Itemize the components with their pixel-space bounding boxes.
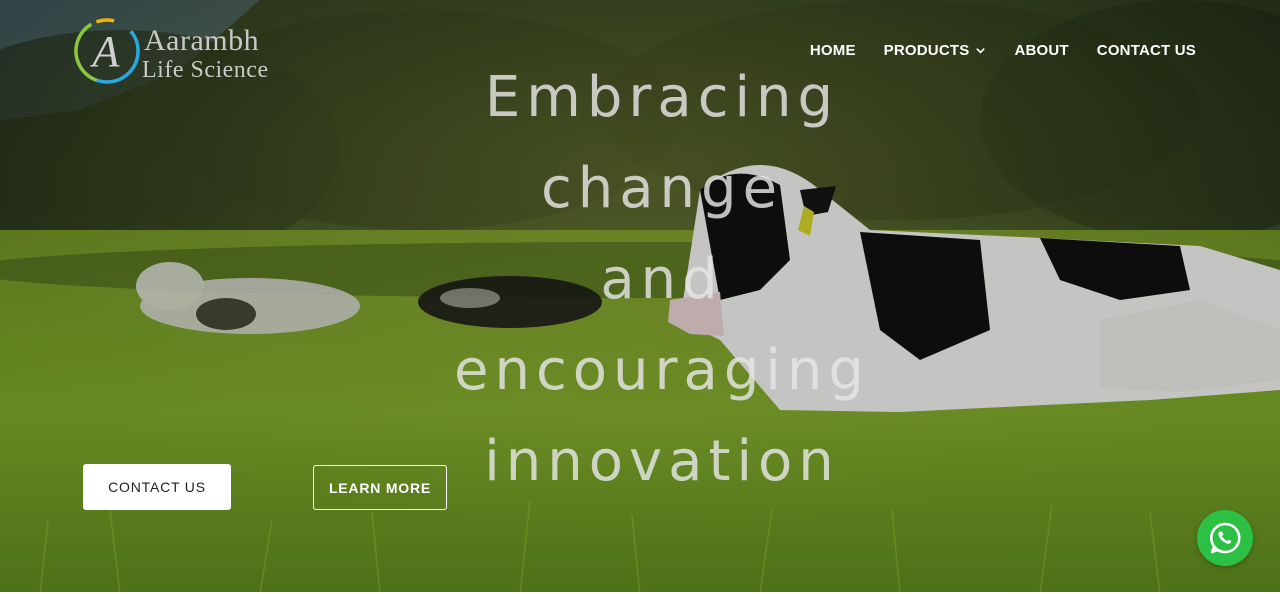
- contact-us-button[interactable]: CONTACT US: [83, 464, 231, 510]
- headline-line-4: encouraging: [454, 338, 870, 403]
- brand-tagline: Life Science: [142, 57, 269, 83]
- brand-monogram-icon: A: [74, 18, 140, 84]
- chevron-down-icon: [976, 48, 986, 54]
- whatsapp-chat-button[interactable]: [1197, 510, 1253, 566]
- nav-about[interactable]: ABOUT: [1014, 42, 1068, 59]
- headline-line-2: change: [540, 156, 784, 221]
- nav-about-label: ABOUT: [1014, 42, 1069, 59]
- learn-more-button[interactable]: LEARN MORE: [313, 465, 447, 510]
- hero-headline: Embracing change and encouraging innovat…: [392, 52, 932, 507]
- nav-contact-label: CONTACT US: [1096, 42, 1196, 59]
- brand-logo[interactable]: A Aarambh Life Science: [70, 14, 300, 94]
- whatsapp-icon: [1209, 522, 1241, 554]
- svg-text:A: A: [90, 27, 121, 76]
- brand-name: Aarambh: [144, 24, 260, 57]
- headline-line-5: innovation: [484, 429, 840, 494]
- nav-contact[interactable]: CONTACT US: [1097, 42, 1196, 59]
- hero-section: A Aarambh Life Science HOME PRODUCTS ABO…: [0, 0, 1280, 594]
- headline-line-3: and: [600, 247, 724, 312]
- headline-line-1: Embracing: [484, 65, 840, 130]
